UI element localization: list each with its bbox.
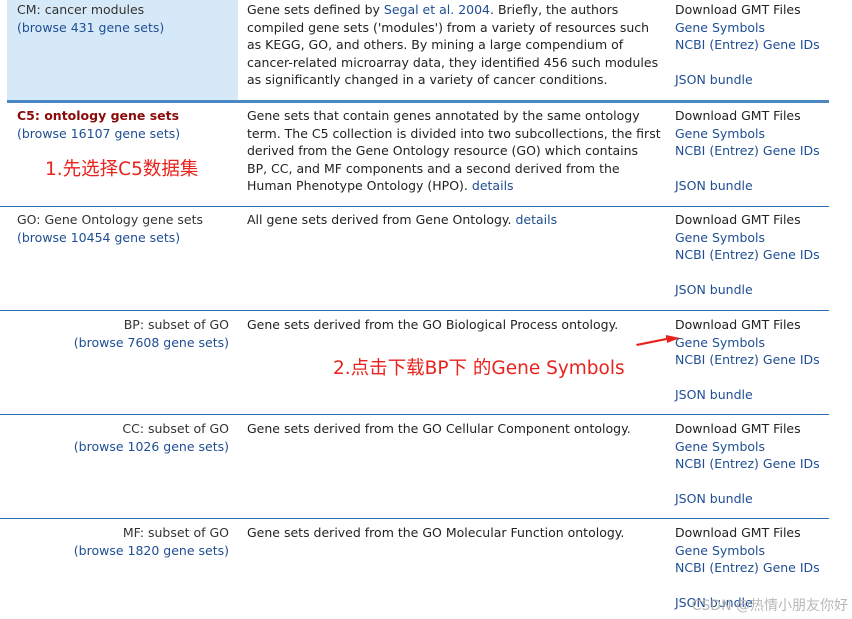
collection-name: MF: subset of GO (122, 525, 229, 540)
browse-link-go[interactable]: (browse 10454 gene sets) (17, 230, 180, 245)
mf-description: Gene sets derived from the GO Molecular … (247, 525, 625, 540)
download-gmt-label: Download GMT Files (675, 421, 801, 436)
segal-link[interactable]: Segal et al. 2004 (384, 2, 490, 17)
c5-description: Gene sets that contain genes annotated b… (247, 108, 661, 193)
cm-name-cell: CM: cancer modules (browse 431 gene sets… (7, 0, 238, 100)
browse-link-mf[interactable]: (browse 1820 gene sets) (74, 543, 229, 558)
gene-symbols-link[interactable]: Gene Symbols (675, 230, 765, 245)
collection-name: C5: ontology gene sets (17, 108, 180, 123)
entrez-ids-link[interactable]: NCBI (Entrez) Gene IDs (675, 37, 820, 52)
download-gmt-label: Download GMT Files (675, 525, 801, 540)
cc-description: Gene sets derived from the GO Cellular C… (247, 421, 631, 436)
cm-description: Gene sets defined by Segal et al. 2004. … (247, 2, 659, 87)
row-cc: CC: subset of GO (browse 1026 gene sets)… (0, 415, 829, 519)
cc-downloads: Download GMT Files Gene Symbols NCBI (En… (675, 420, 820, 508)
collection-name: CM: cancer modules (17, 2, 145, 17)
gene-symbols-link[interactable]: Gene Symbols (675, 126, 765, 141)
download-gmt-label: Download GMT Files (675, 2, 801, 17)
download-gmt-label: Download GMT Files (675, 317, 801, 332)
download-gmt-label: Download GMT Files (675, 212, 801, 227)
collection-name: BP: subset of GO (123, 317, 229, 332)
row-cm: CM: cancer modules (browse 431 gene sets… (0, 0, 829, 100)
entrez-ids-link[interactable]: NCBI (Entrez) Gene IDs (675, 352, 820, 367)
watermark: CSDN @热情小朋友你好 (691, 598, 848, 614)
gene-symbols-link-bp[interactable]: Gene Symbols (675, 335, 765, 350)
bp-description: Gene sets derived from the GO Biological… (247, 317, 619, 332)
c5-downloads: Download GMT Files Gene Symbols NCBI (En… (675, 107, 820, 195)
bp-downloads: Download GMT Files Gene Symbols NCBI (En… (675, 316, 820, 404)
details-link[interactable]: details (472, 178, 514, 193)
details-link[interactable]: details (515, 212, 557, 227)
entrez-ids-link[interactable]: NCBI (Entrez) Gene IDs (675, 247, 820, 262)
go-description: All gene sets derived from Gene Ontology… (247, 212, 558, 227)
download-gmt-label: Download GMT Files (675, 108, 801, 123)
annotation-step2: 2.点击下载BP下 的Gene Symbols (333, 358, 625, 379)
cm-downloads: Download GMT Files Gene Symbols NCBI (En… (675, 1, 820, 89)
json-bundle-link[interactable]: JSON bundle (675, 387, 753, 402)
cc-name-cell: CC: subset of GO (browse 1026 gene sets) (7, 415, 238, 518)
annotation-step1: 1.先选择C5数据集 (45, 159, 199, 180)
collection-name: CC: subset of GO (122, 421, 229, 436)
json-bundle-link[interactable]: JSON bundle (675, 491, 753, 506)
go-name-cell: GO: Gene Ontology gene sets (browse 1045… (7, 207, 238, 310)
browse-link-cc[interactable]: (browse 1026 gene sets) (74, 439, 229, 454)
bp-name-cell: BP: subset of GO (browse 7608 gene sets) (7, 311, 238, 414)
gene-symbols-link[interactable]: Gene Symbols (675, 543, 765, 558)
entrez-ids-link[interactable]: NCBI (Entrez) Gene IDs (675, 560, 820, 575)
json-bundle-link[interactable]: JSON bundle (675, 178, 753, 193)
browse-link-bp[interactable]: (browse 7608 gene sets) (74, 335, 229, 350)
row-go: GO: Gene Ontology gene sets (browse 1045… (0, 207, 829, 311)
mf-name-cell: MF: subset of GO (browse 1820 gene sets) (7, 519, 238, 619)
collection-name: GO: Gene Ontology gene sets (17, 212, 204, 227)
red-arrow-icon (636, 335, 680, 346)
entrez-ids-link[interactable]: NCBI (Entrez) Gene IDs (675, 456, 820, 471)
browse-link-cm[interactable]: (browse 431 gene sets) (17, 20, 164, 35)
entrez-ids-link[interactable]: NCBI (Entrez) Gene IDs (675, 143, 820, 158)
go-downloads: Download GMT Files Gene Symbols NCBI (En… (675, 211, 820, 299)
json-bundle-link[interactable]: JSON bundle (675, 282, 753, 297)
browse-link-c5[interactable]: (browse 16107 gene sets) (17, 126, 180, 141)
json-bundle-link[interactable]: JSON bundle (675, 72, 753, 87)
gene-symbols-link[interactable]: Gene Symbols (675, 20, 765, 35)
gene-symbols-link[interactable]: Gene Symbols (675, 439, 765, 454)
